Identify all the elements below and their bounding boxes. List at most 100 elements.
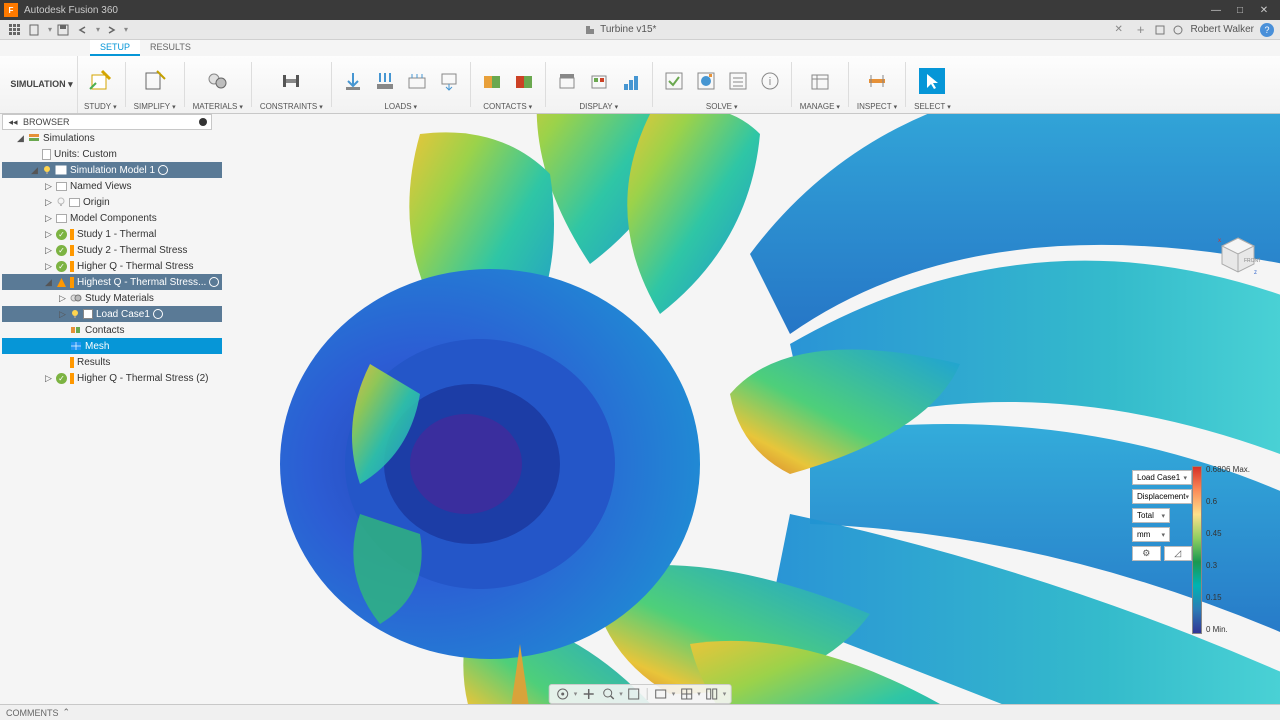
tree-simulation-model[interactable]: ◢Simulation Model 1: [2, 162, 222, 178]
result-units-dropdown[interactable]: mm▾: [1132, 527, 1170, 542]
display-dof-icon[interactable]: [554, 68, 580, 94]
tree-contacts[interactable]: Contacts: [2, 322, 222, 338]
tree-study-4-active[interactable]: ◢Highest Q - Thermal Stress...: [2, 274, 222, 290]
study-type-icon: [70, 229, 74, 240]
grid-settings-button[interactable]: [677, 686, 695, 702]
title-bar: F Autodesk Fusion 360 — □ ✕: [0, 0, 1280, 20]
solve-icon[interactable]: [693, 68, 719, 94]
activate-icon[interactable]: [153, 309, 163, 319]
study-type-icon: [70, 373, 74, 384]
tree-study-materials[interactable]: ▷Study Materials: [2, 290, 222, 306]
undo-button[interactable]: [74, 22, 92, 38]
ribbon-toolbar: SIMULATION ▾ STUDY▾ SIMPLIFY▾ MATERIALS▾…: [0, 56, 1280, 114]
redo-button[interactable]: [102, 22, 120, 38]
precheck-icon[interactable]: [661, 68, 687, 94]
comments-expand-button[interactable]: ⌃: [63, 707, 71, 718]
group-study: STUDY▾: [78, 56, 123, 113]
group-constraints: CONSTRAINTS▾: [254, 56, 329, 113]
group-contacts: CONTACTS▾: [473, 56, 543, 113]
workspace-switcher[interactable]: SIMULATION ▾: [6, 56, 78, 113]
svg-text:z: z: [1254, 270, 1257, 276]
orbit-button[interactable]: [554, 686, 572, 702]
load-force-icon[interactable]: [340, 68, 366, 94]
notifications-icon[interactable]: [1172, 24, 1184, 36]
inspect-icon[interactable]: [864, 68, 890, 94]
pan-button[interactable]: [579, 686, 597, 702]
tree-model-components[interactable]: ▷Model Components: [2, 210, 222, 226]
document-name: Turbine v15*: [600, 24, 656, 35]
new-study-icon[interactable]: [87, 68, 113, 94]
contacts-node-icon: [70, 325, 82, 335]
browser-collapse-button[interactable]: ◂◂: [7, 116, 19, 128]
browser-options-button[interactable]: [199, 118, 207, 126]
group-loads: LOADS▾: [334, 56, 468, 113]
visibility-bulb-off-icon[interactable]: [56, 197, 66, 207]
minimize-button[interactable]: —: [1204, 1, 1228, 19]
load-gravity-icon[interactable]: [436, 68, 462, 94]
close-tab-button[interactable]: ✕: [1110, 24, 1126, 35]
save-button[interactable]: [54, 22, 72, 38]
tree-origin[interactable]: ▷Origin: [2, 194, 222, 210]
tree-study-3[interactable]: ▷✓Higher Q - Thermal Stress: [2, 258, 222, 274]
group-solve: i SOLVE▾: [655, 56, 789, 113]
load-pressure-icon[interactable]: [372, 68, 398, 94]
select-icon[interactable]: [919, 68, 945, 94]
tree-units[interactable]: Units: Custom: [2, 146, 222, 162]
tree-named-views[interactable]: ▷Named Views: [2, 178, 222, 194]
document-tab[interactable]: Turbine v15*: [130, 24, 1110, 36]
study-type-icon: [70, 245, 74, 256]
display-results-icon[interactable]: [618, 68, 644, 94]
solve-details-icon[interactable]: [725, 68, 751, 94]
legend-deform-button[interactable]: ◿: [1164, 546, 1193, 561]
group-inspect: INSPECT▾: [851, 56, 903, 113]
materials-icon[interactable]: [205, 68, 231, 94]
tree-study-5[interactable]: ▷✓Higher Q - Thermal Stress (2): [2, 370, 222, 386]
status-ok-icon: ✓: [56, 261, 67, 272]
new-tab-button[interactable]: +: [1133, 22, 1149, 37]
close-window-button[interactable]: ✕: [1252, 1, 1276, 19]
solve-info-icon[interactable]: i: [757, 68, 783, 94]
browser-panel-header: ◂◂ BROWSER: [2, 114, 212, 130]
viewport-layout-button[interactable]: [703, 686, 721, 702]
extensions-icon[interactable]: [1154, 24, 1166, 36]
tree-study-1[interactable]: ▷✓Study 1 - Thermal: [2, 226, 222, 242]
visibility-bulb-icon[interactable]: [42, 165, 52, 175]
tree-study-2[interactable]: ▷✓Study 2 - Thermal Stress: [2, 242, 222, 258]
visibility-bulb-icon[interactable]: [70, 309, 80, 319]
group-select: SELECT▾: [908, 56, 957, 113]
help-button[interactable]: ?: [1260, 23, 1274, 37]
turbine-model-render: [230, 114, 1280, 704]
manual-contacts-icon[interactable]: [511, 68, 537, 94]
activate-icon[interactable]: [209, 277, 219, 287]
tree-mesh[interactable]: Mesh: [2, 338, 222, 354]
simplify-icon[interactable]: [142, 68, 168, 94]
tree-results[interactable]: Results: [2, 354, 222, 370]
load-moment-icon[interactable]: [404, 68, 430, 94]
view-cube[interactable]: FRONT x z: [1216, 234, 1260, 278]
file-menu-button[interactable]: [26, 22, 44, 38]
group-manage: MANAGE▾: [794, 56, 846, 113]
legend-settings-button[interactable]: ⚙: [1132, 546, 1161, 561]
tab-results[interactable]: RESULTS: [140, 40, 201, 56]
result-component-dropdown[interactable]: Total▾: [1132, 508, 1170, 523]
activate-icon[interactable]: [158, 165, 168, 175]
tree-root-simulations[interactable]: ◢Simulations: [2, 130, 222, 146]
tab-setup[interactable]: SETUP: [90, 40, 140, 56]
loadcase-dropdown[interactable]: Load Case1▾: [1132, 470, 1192, 485]
user-name[interactable]: Robert Walker: [1190, 24, 1254, 35]
svg-text:x: x: [1218, 238, 1221, 244]
auto-contacts-icon[interactable]: [479, 68, 505, 94]
result-type-dropdown[interactable]: Displacement▾: [1132, 489, 1192, 504]
data-panel-button[interactable]: [6, 22, 24, 38]
fit-button[interactable]: [625, 686, 643, 702]
loadcase-icon: [83, 309, 93, 319]
constraints-icon[interactable]: [278, 68, 304, 94]
tree-load-case[interactable]: ▷Load Case1: [2, 306, 222, 322]
color-legend: 0.6806 Max. 0.6 0.45 0.3 0.15 0 Min.: [1192, 466, 1250, 634]
zoom-button[interactable]: [599, 686, 617, 702]
display-mesh-icon[interactable]: [586, 68, 612, 94]
comments-bar[interactable]: COMMENTS ⌃: [0, 704, 1280, 720]
manage-icon[interactable]: [807, 68, 833, 94]
maximize-button[interactable]: □: [1228, 1, 1252, 19]
display-settings-button[interactable]: [652, 686, 670, 702]
